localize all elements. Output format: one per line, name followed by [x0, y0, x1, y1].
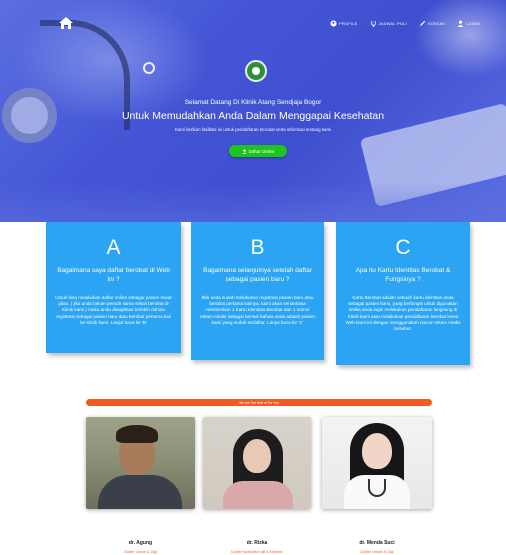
hero-welcome: Selamat Datang Di Klinik Atang Sendjaja … [184, 99, 322, 106]
doctor-name-rizka: dr. Rizka [246, 540, 268, 546]
card-body: Untuk bisa melakukan daftar online sebag… [55, 295, 172, 325]
doctor-role-agung: Dokter Umum & Gigi [124, 550, 157, 554]
card-title: Bagaimana selanjutnya setelah daftar seb… [203, 267, 312, 283]
user-icon [457, 20, 464, 27]
card-letter: A [106, 236, 121, 259]
pencil-icon [419, 20, 425, 27]
doctor-photo-agung [86, 417, 195, 509]
card-title: Bagaimana saya daftar berobat di Web ini… [57, 267, 170, 283]
doctor-role-rizka: Dokter Spesialis Kulit & Kelamin [231, 550, 283, 554]
register-icon [242, 148, 247, 154]
hero-subtext: Kami berikan fasilitas ini untuk pendaft… [174, 127, 332, 132]
nav-login-label: Login [466, 21, 480, 26]
clinic-logo [245, 60, 267, 82]
card-body: Bila anda sudah melakukan registrasi pas… [200, 295, 315, 325]
doctor-photo-rizka [203, 417, 311, 509]
card-body: Kartu Berobat adalah sebuah kartu identi… [345, 295, 461, 332]
nav-schedule-link[interactable]: Jadwal Poli [370, 20, 407, 27]
info-card-c: C Apa itu Kartu Identitas Berobat & Fung… [336, 222, 470, 365]
card-title: Apa itu Kartu Identitas Berobat & Fungsi… [355, 267, 451, 283]
card-letter: B [250, 236, 265, 259]
hero-tagline: Untuk Memudahkan Anda Dalam Menggapai Ke… [121, 110, 385, 122]
profile-icon [330, 20, 337, 27]
doctor-role-menda-suci: Dokter Umum & Gigi [360, 550, 394, 554]
top-nav: Profile Jadwal Poli Kontak Login [0, 16, 506, 34]
daftar-online-button[interactable]: Daftar Online [229, 145, 287, 157]
schedule-icon [370, 20, 376, 27]
nav-contact-label: Kontak [427, 21, 446, 26]
doctor-name-agung: dr. Agung [128, 540, 153, 546]
team-banner: We Are The Best of For You [86, 399, 432, 406]
nav-schedule-label: Jadwal Poli [378, 21, 407, 26]
info-card-a: A Bagaimana saya daftar berobat di Web i… [46, 222, 181, 353]
coat-button-image [143, 62, 155, 74]
doctor-name-menda-suci: dr. Menda Suci [359, 540, 395, 546]
daftar-online-label: Daftar Online [248, 148, 275, 154]
nav-contact-link[interactable]: Kontak [419, 20, 445, 27]
nav-profile-link[interactable]: Profile [330, 20, 358, 27]
card-letter: C [395, 236, 411, 259]
info-card-b: B Bagaimana selanjutnya setelah daftar s… [191, 222, 324, 360]
nav-login-link[interactable]: Login [457, 20, 479, 27]
nav-profile-label: Profile [339, 21, 358, 26]
nav-links: Profile Jadwal Poli Kontak Login [330, 20, 480, 27]
home-icon[interactable] [58, 16, 74, 30]
hero-section: Profile Jadwal Poli Kontak Login Selamat… [0, 0, 506, 222]
doctor-photo-menda-suci [322, 417, 432, 509]
